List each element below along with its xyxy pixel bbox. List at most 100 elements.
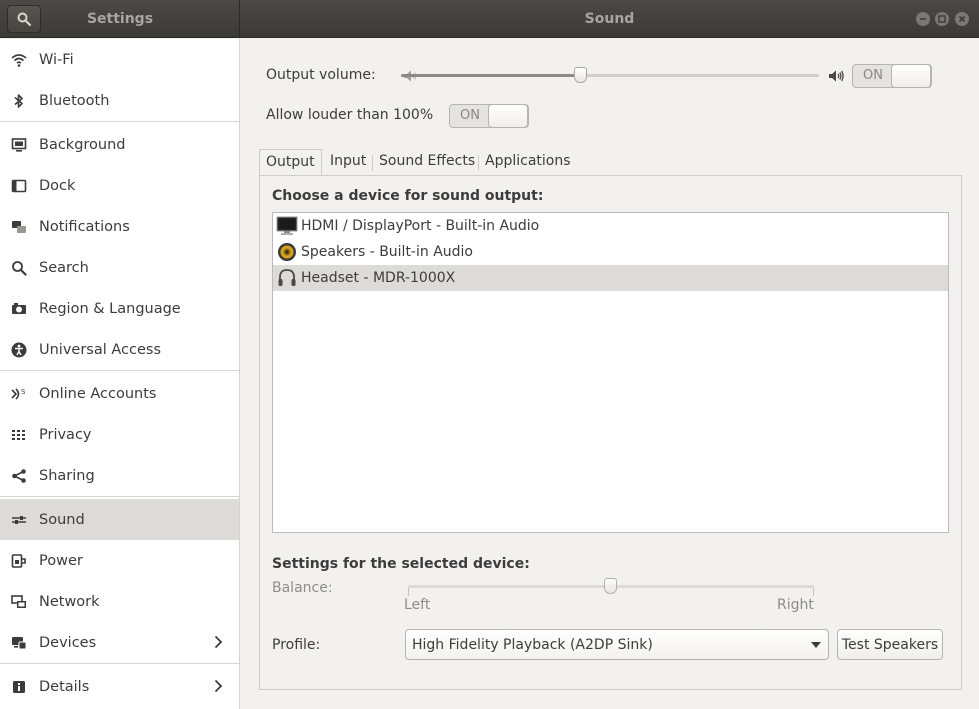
sidebar-item-label: Sharing (39, 467, 95, 484)
allow-louder-label: Allow louder than 100% (266, 107, 434, 123)
sidebar-item-label: Online Accounts (39, 385, 157, 402)
sidebar-divider (0, 370, 239, 371)
maximize-button[interactable] (935, 12, 949, 26)
sound-icon (11, 512, 27, 528)
tab-applications[interactable]: Applications (479, 149, 577, 176)
sidebar-item-label: Sound (39, 511, 85, 528)
device-label: HDMI / DisplayPort - Built-in Audio (301, 218, 540, 234)
profile-select[interactable]: High Fidelity Playback (A2DP Sink) (405, 629, 829, 660)
switch-knob (488, 104, 528, 128)
tab-output[interactable]: Output (259, 149, 322, 176)
sidebar-item-background[interactable]: Background (0, 124, 239, 165)
wifi-icon (11, 52, 27, 68)
search-icon (17, 12, 31, 26)
output-tab-pane: Choose a device for sound output: HDMI /… (259, 175, 962, 690)
sidebar-item-label: Devices (39, 634, 97, 651)
sidebar-item-notifications[interactable]: Notifications (0, 206, 239, 247)
device-row-headset[interactable]: Headset - MDR-1000X (273, 265, 948, 291)
sidebar: Wi-Fi Bluetooth Background Dock Notifica… (0, 39, 240, 709)
maximize-icon (938, 15, 946, 23)
balance-tick-right (813, 588, 814, 596)
sidebar-item-devices[interactable]: Devices (0, 622, 239, 663)
balance-left-label: Left (404, 597, 431, 613)
tab-input[interactable]: Input (324, 149, 372, 176)
sidebar-divider (0, 121, 239, 122)
sidebar-item-sound[interactable]: Sound (0, 499, 239, 540)
sidebar-item-label: Dock (39, 177, 76, 194)
chevron-right-icon (214, 635, 223, 649)
online-accounts-icon: S (11, 386, 27, 402)
allow-louder-switch[interactable]: ON (449, 104, 529, 128)
sidebar-divider (0, 663, 239, 664)
sidebar-item-dock[interactable]: Dock (0, 165, 239, 206)
background-icon (11, 137, 27, 153)
sidebar-item-power[interactable]: Power (0, 540, 239, 581)
test-speakers-button[interactable]: Test Speakers (837, 629, 943, 660)
monitor-icon (276, 215, 298, 237)
devices-icon (11, 635, 27, 651)
speaker-icon (276, 241, 298, 263)
output-mute-switch[interactable]: ON (852, 64, 932, 88)
svg-text:S: S (21, 388, 26, 396)
header-bar: Settings Sound (0, 0, 979, 38)
sidebar-item-label: Background (39, 136, 126, 153)
sharing-icon (11, 468, 27, 484)
sidebar-item-label: Notifications (39, 218, 130, 235)
minimize-icon (920, 18, 926, 20)
notifications-icon (11, 219, 27, 235)
settings-heading: Settings for the selected device: (272, 556, 530, 572)
sidebar-item-label: Network (39, 593, 100, 610)
bluetooth-icon (11, 93, 27, 109)
sidebar-item-search[interactable]: Search (0, 247, 239, 288)
device-row-speakers[interactable]: Speakers - Built-in Audio (273, 239, 948, 265)
balance-knob[interactable] (604, 578, 617, 594)
dock-icon (11, 178, 27, 194)
details-icon (11, 679, 27, 695)
output-volume-label: Output volume: (266, 67, 376, 83)
switch-on-text: ON (863, 68, 883, 83)
sidebar-item-label: Power (39, 552, 83, 569)
headset-icon (276, 267, 298, 289)
close-icon (958, 15, 966, 23)
device-row-hdmi[interactable]: HDMI / DisplayPort - Built-in Audio (273, 213, 948, 239)
output-volume-knob[interactable] (573, 67, 587, 83)
sidebar-item-wifi[interactable]: Wi-Fi (0, 39, 239, 80)
output-volume-fill (401, 74, 581, 77)
balance-label: Balance: (272, 580, 333, 596)
network-icon (11, 594, 27, 610)
sidebar-item-label: Privacy (39, 426, 92, 443)
device-list: HDMI / DisplayPort - Built-in Audio Spea… (272, 212, 949, 533)
sidebar-item-privacy[interactable]: Privacy (0, 414, 239, 455)
sidebar-divider (0, 496, 239, 497)
tab-sound-effects[interactable]: Sound Effects (373, 149, 481, 176)
sound-panel: Output volume: ON Allow louder than 100%… (241, 39, 979, 709)
sidebar-item-sharing[interactable]: Sharing (0, 455, 239, 496)
sidebar-item-label: Bluetooth (39, 92, 110, 109)
sidebar-item-universal-access[interactable]: Universal Access (0, 329, 239, 370)
sidebar-item-label: Search (39, 259, 89, 276)
sidebar-item-network[interactable]: Network (0, 581, 239, 622)
sidebar-item-online-accounts[interactable]: S Online Accounts (0, 373, 239, 414)
sidebar-item-label: Universal Access (39, 341, 162, 358)
device-label: Speakers - Built-in Audio (301, 244, 473, 260)
sidebar-item-label: Wi-Fi (39, 51, 74, 68)
power-icon (11, 553, 27, 569)
page-title: Sound (584, 11, 635, 27)
sidebar-header: Settings (0, 0, 240, 38)
region-icon (11, 301, 27, 317)
switch-knob (891, 64, 931, 88)
device-label: Headset - MDR-1000X (301, 270, 456, 286)
sidebar-item-bluetooth[interactable]: Bluetooth (0, 80, 239, 121)
profile-label: Profile: (272, 637, 321, 653)
search-icon (11, 260, 27, 276)
volume-high-icon (829, 70, 844, 82)
sidebar-item-details[interactable]: Details (0, 666, 239, 707)
sidebar-item-label: Details (39, 678, 90, 695)
search-button[interactable] (7, 5, 41, 33)
privacy-icon (11, 427, 27, 443)
minimize-button[interactable] (916, 12, 930, 26)
choose-device-heading: Choose a device for sound output: (272, 188, 544, 204)
sidebar-item-region-language[interactable]: Region & Language (0, 288, 239, 329)
close-button[interactable] (955, 12, 969, 26)
switch-on-text: ON (460, 108, 480, 123)
